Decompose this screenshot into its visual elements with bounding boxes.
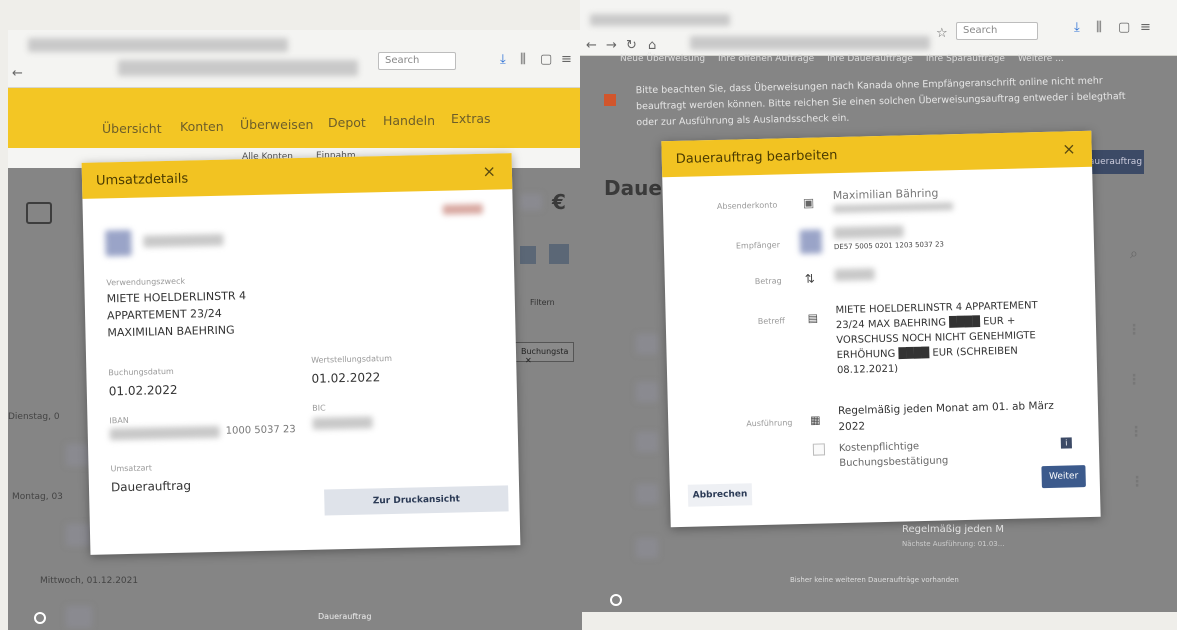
- verwendungszweck-label: Verwendungszweck: [106, 276, 186, 288]
- row-label-mittwoch: Mittwoch, 01.12.2021: [40, 576, 139, 586]
- buchungsdatum-label: Buchungsdatum: [108, 366, 174, 378]
- row-menu-icon: ⋮: [1129, 424, 1143, 440]
- filter-chip: Buchungsta ✕: [514, 342, 574, 365]
- empfaenger-iban: DE57 5005 0201 1203 5037 23: [833, 240, 945, 252]
- back-icon[interactable]: ←: [586, 38, 597, 53]
- nav-handeln[interactable]: Handeln: [383, 113, 435, 128]
- sidebar-icon[interactable]: ▢: [1118, 20, 1130, 35]
- row-label-montag: Montag, 03: [12, 492, 63, 502]
- account-icon: [26, 202, 52, 224]
- status-circle-icon: [610, 594, 622, 606]
- betreff-label: Betreff: [757, 316, 785, 327]
- close-icon[interactable]: ×: [1062, 139, 1076, 158]
- calendar-icon: ▦: [810, 413, 821, 427]
- link-offene-auftraege[interactable]: Ihre offenen Aufträge: [718, 54, 814, 64]
- right-browser-window: ← → ↻ ⌂ ☆ Search ⤓ ⫼ ▢ ≡ Neue Überweisun…: [580, 0, 1177, 612]
- print-view-button[interactable]: Zur Druckansicht: [324, 485, 509, 516]
- iban-value: 1000 5037 23: [225, 424, 296, 437]
- dialog-title: Dauerauftrag bearbeiten: [675, 147, 838, 167]
- menu-icon[interactable]: ≡: [1140, 20, 1151, 35]
- bg-button-a: [520, 246, 536, 264]
- reload-icon[interactable]: ↻: [626, 38, 637, 53]
- nav-ueberweisen[interactable]: Überweisen: [240, 117, 313, 132]
- wertstellung-label: Wertstellungsdatum: [311, 353, 393, 365]
- betrag-label: Betrag: [754, 276, 782, 287]
- row-menu-icon: ⋮: [1127, 372, 1141, 388]
- top-links: Neue Überweisung Ihre offenen Aufträge I…: [620, 54, 1064, 64]
- nav-depot[interactable]: Depot: [328, 115, 366, 130]
- download-icon[interactable]: ⤓: [1074, 20, 1080, 35]
- filter-chip-label: Buchungsta: [521, 347, 569, 356]
- dauerauftrag-dialog: Dauerauftrag bearbeiten × Absenderkonto …: [661, 130, 1101, 528]
- empfaenger-label: Empfänger: [735, 240, 781, 251]
- filter-button: Filtern: [530, 298, 555, 307]
- row-menu-icon: ⋮: [1127, 322, 1141, 338]
- row-menu-icon: ⋮: [1130, 474, 1144, 490]
- bank-header: Übersicht Konten Überweisen Depot Handel…: [8, 88, 582, 148]
- link-sparauftraege[interactable]: Ihre Sparaufträge: [926, 54, 1005, 64]
- ausfuehrung-text: Regelmäßig jeden Monat am 01. ab März 20…: [837, 399, 1054, 434]
- bg-button-b: [549, 244, 569, 264]
- library-icon[interactable]: ⫼: [520, 52, 526, 67]
- bottom-note: Bisher keine weiteren Daueraufträge vorh…: [790, 576, 959, 584]
- bookmark-star-icon[interactable]: ☆: [936, 26, 948, 41]
- umsatzdetails-dialog: Umsatzdetails × Verwendungszweck MIETE H…: [81, 153, 521, 555]
- library-icon[interactable]: ⫼: [1096, 20, 1102, 35]
- betreff-text: MIETE HOELDERLINSTR 4 APPARTEMENT 23/24 …: [835, 300, 1038, 377]
- next-button[interactable]: Weiter: [1041, 465, 1086, 489]
- nav-uebersicht[interactable]: Übersicht: [102, 121, 162, 136]
- verwendungszweck-line-2: APPARTEMENT 23/24: [106, 306, 222, 323]
- menu-icon[interactable]: ≡: [561, 52, 572, 67]
- verwendungszweck-line-3: MAXIMILIAN BAEHRING: [107, 323, 235, 340]
- link-weitere[interactable]: Weitere ...: [1018, 54, 1064, 64]
- close-icon: ✕: [525, 356, 532, 365]
- status-circle-icon: [34, 612, 46, 624]
- dialog-title: Umsatzdetails: [95, 171, 189, 189]
- wertstellung-value: 01.02.2022: [311, 370, 381, 386]
- download-icon[interactable]: ⤓: [500, 52, 506, 67]
- transfer-icon: ⇅: [804, 271, 815, 286]
- link-neue-ueberweisung[interactable]: Neue Überweisung: [620, 54, 705, 64]
- sidebar-icon[interactable]: ▢: [540, 52, 552, 67]
- left-search-input[interactable]: Search: [378, 52, 456, 70]
- right-browser-toolbar: ← → ↻ ⌂ ☆ Search ⤓ ⫼ ▢ ≡: [580, 0, 1177, 56]
- iban-label: IBAN: [109, 415, 129, 426]
- left-browser-toolbar: ← Search ⤓ ⫼ ▢ ≡: [8, 30, 582, 88]
- verwendungszweck-line-1: MIETE HOELDERLINSTR 4: [106, 289, 247, 306]
- forward-icon[interactable]: →: [606, 38, 617, 53]
- umsatzart-value: Dauerauftrag: [110, 478, 192, 495]
- info-icon[interactable]: i: [1060, 437, 1072, 449]
- home-icon[interactable]: ⌂: [648, 38, 656, 53]
- page-title: Daue: [604, 176, 662, 200]
- absender-name: Maximilian Bähring: [832, 186, 939, 203]
- euro-sign: €: [552, 190, 566, 214]
- back-icon[interactable]: ←: [12, 66, 23, 81]
- search-icon: ⌕: [1130, 246, 1138, 262]
- absender-label: Absenderkonto: [716, 200, 778, 211]
- wallet-icon: ▣: [802, 195, 815, 210]
- kosten-label: Kostenpflichtige Buchungsbestätigung: [838, 441, 949, 470]
- bottom-row-text: Dauerauftrag: [318, 612, 372, 621]
- document-icon: ▤: [807, 311, 819, 325]
- list-row-title: Regelmäßig jeden M: [902, 524, 1004, 535]
- row-label-dienstag: Dienstag, 0: [8, 412, 60, 422]
- kosten-checkbox[interactable]: [812, 443, 826, 456]
- warning-icon: [604, 94, 616, 106]
- list-row-sub: Nächste Ausführung: 01.03...: [902, 540, 1005, 548]
- close-icon[interactable]: ×: [482, 162, 496, 181]
- nav-konten[interactable]: Konten: [180, 119, 224, 134]
- cancel-button[interactable]: Abbrechen: [687, 483, 753, 507]
- right-search-input[interactable]: Search: [956, 22, 1038, 40]
- buchungsdatum-value: 01.02.2022: [108, 382, 178, 399]
- ausfuehrung-label: Ausführung: [746, 418, 793, 429]
- nav-extras[interactable]: Extras: [451, 111, 491, 126]
- left-browser-window: ← Search ⤓ ⫼ ▢ ≡ Übersicht Konten Überwe…: [8, 30, 582, 630]
- umsatzart-label: Umsatzart: [110, 463, 153, 474]
- bic-label: BIC: [312, 403, 326, 413]
- link-dauerauftraege[interactable]: Ihre Daueraufträge: [827, 54, 913, 64]
